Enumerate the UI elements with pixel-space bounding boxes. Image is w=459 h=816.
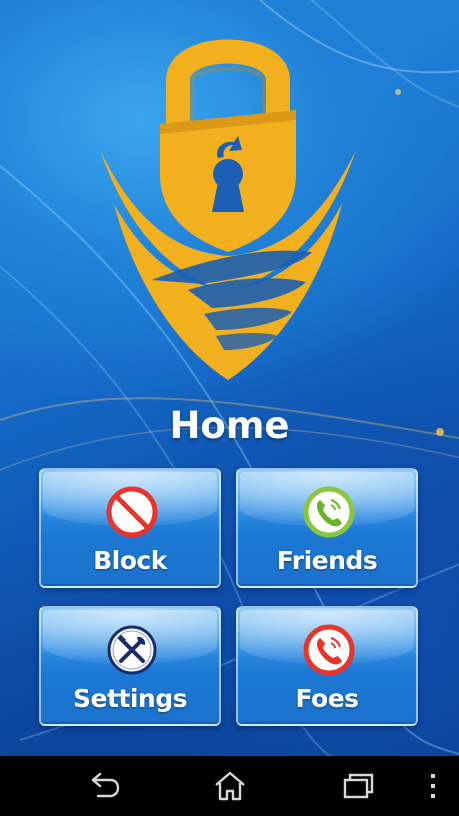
tools-icon: [107, 625, 157, 675]
friends-button[interactable]: Friends: [236, 468, 418, 588]
app-screen: Home Block Friends Settings Foes: [0, 0, 459, 756]
home-icon: [215, 771, 245, 801]
app-logo-lock-shield: [100, 39, 356, 380]
foes-button[interactable]: Foes: [236, 606, 418, 726]
recent-apps-button[interactable]: [337, 768, 377, 804]
home-button[interactable]: [210, 768, 250, 804]
overflow-menu-button[interactable]: [418, 768, 448, 804]
block-icon: [106, 486, 158, 538]
phone-reject-icon: [303, 624, 355, 676]
overflow-menu-icon: [431, 774, 435, 798]
phone-accept-icon: [303, 486, 355, 538]
foes-label: Foes: [295, 684, 359, 713]
system-navigation-bar: [0, 756, 459, 816]
back-button[interactable]: [84, 768, 124, 804]
page-title: Home: [169, 404, 290, 447]
back-icon: [91, 772, 120, 798]
settings-button[interactable]: Settings: [39, 606, 221, 726]
recent-apps-icon: [343, 773, 374, 799]
friends-label: Friends: [276, 546, 378, 575]
settings-label: Settings: [72, 684, 188, 713]
block-button[interactable]: Block: [39, 468, 221, 588]
block-label: Block: [93, 546, 167, 575]
